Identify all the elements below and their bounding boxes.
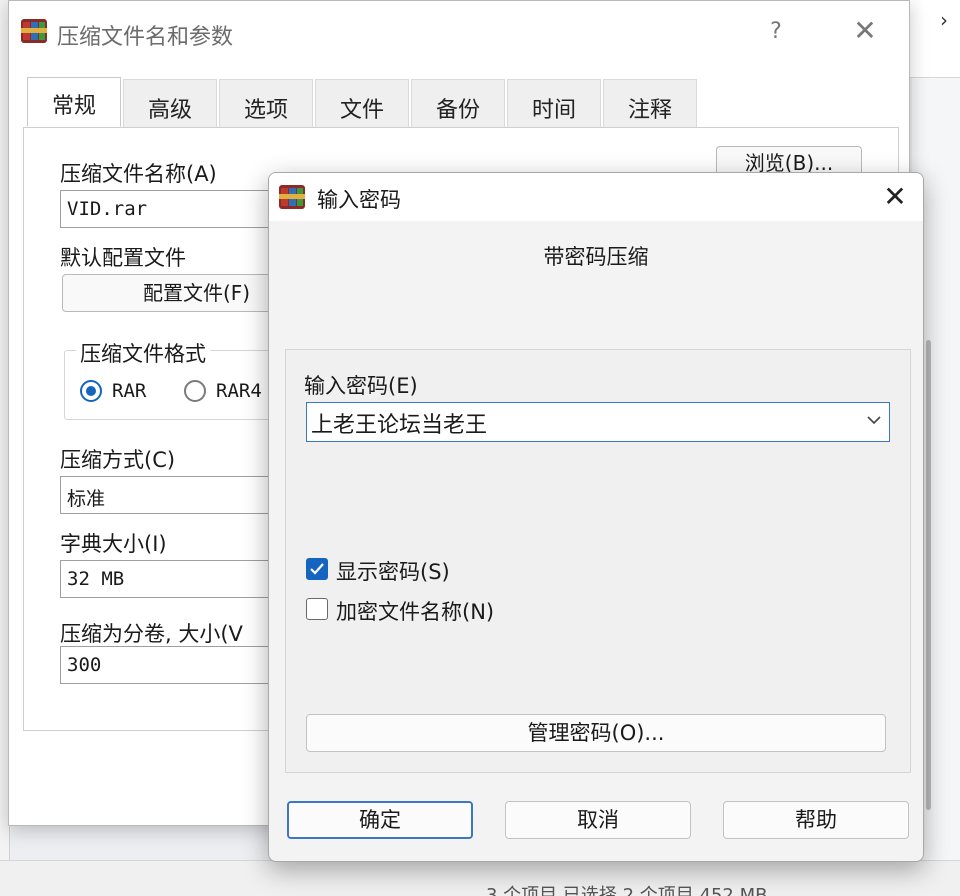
- method-select[interactable]: 标准: [60, 476, 290, 514]
- manage-passwords-button[interactable]: 管理密码(O)...: [306, 714, 886, 752]
- encrypt-file-names-label: 加密文件名称(N): [336, 600, 495, 624]
- background-status-bar: 3 个项目 已选择 2 个项目 452 MB: [0, 860, 960, 896]
- tab-options[interactable]: 选项: [219, 79, 313, 127]
- cancel-button[interactable]: 取消: [505, 801, 691, 839]
- help-icon[interactable]: ?: [761, 19, 791, 44]
- ok-button[interactable]: 确定: [287, 801, 473, 839]
- format-rar4-radio[interactable]: [184, 380, 206, 402]
- tab-time[interactable]: 时间: [507, 79, 601, 127]
- archive-name-label: 压缩文件名称(A): [60, 162, 217, 186]
- password-value: 上老王论坛当老王: [311, 413, 488, 438]
- tab-general[interactable]: 常规: [27, 77, 121, 127]
- profile-button[interactable]: 配置文件(F): [62, 274, 302, 312]
- close-icon[interactable]: ✕: [847, 17, 883, 45]
- chevron-right-icon[interactable]: ›: [940, 8, 948, 32]
- dialog-titlebar: 输入密码 ✕: [269, 173, 923, 221]
- format-group-title: 压缩文件格式: [76, 338, 210, 368]
- password-label: 输入密码(E): [304, 374, 418, 398]
- enter-password-dialog: 输入密码 ✕ 带密码压缩 输入密码(E) 上老王论坛当老王 显示密码(S) 加密…: [268, 172, 924, 862]
- help-button[interactable]: 帮助: [723, 801, 909, 839]
- window-titlebar: 压缩文件名和参数 ? ✕: [9, 1, 909, 63]
- background-scrollbar[interactable]: [926, 340, 931, 810]
- show-password-label: 显示密码(S): [336, 560, 450, 584]
- close-icon[interactable]: ✕: [875, 179, 915, 215]
- password-input[interactable]: 上老王论坛当老王: [306, 402, 890, 442]
- split-volume-label: 压缩为分卷, 大小(V: [60, 622, 243, 646]
- window-title: 压缩文件名和参数: [57, 25, 234, 50]
- profile-label: 默认配置文件: [60, 246, 186, 270]
- dictionary-size-label: 字典大小(I): [60, 532, 167, 556]
- tab-comment[interactable]: 注释: [603, 79, 697, 127]
- tab-advanced[interactable]: 高级: [123, 79, 217, 127]
- split-volume-field[interactable]: 300: [60, 646, 290, 684]
- tab-files[interactable]: 文件: [315, 79, 409, 127]
- winrar-app-icon: [279, 183, 307, 211]
- dialog-title: 输入密码: [317, 188, 401, 212]
- chevron-down-icon[interactable]: [867, 413, 881, 427]
- tab-backup[interactable]: 备份: [411, 79, 505, 127]
- format-rar-label: RAR: [112, 380, 147, 402]
- show-password-checkbox[interactable]: [306, 558, 328, 580]
- archive-name-field[interactable]: VID.rar: [60, 190, 290, 228]
- password-panel: 输入密码(E) 上老王论坛当老王 显示密码(S) 加密文件名称(N) 管理密码(…: [285, 349, 911, 773]
- method-label: 压缩方式(C): [60, 448, 176, 472]
- format-rar4-label: RAR4: [216, 380, 262, 402]
- winrar-app-icon: [21, 17, 49, 45]
- dictionary-size-select[interactable]: 32 MB: [60, 560, 290, 598]
- dialog-heading: 带密码压缩: [543, 245, 649, 269]
- background-status-text: 3 个项目 已选择 2 个项目 452 MB: [486, 885, 768, 896]
- encrypt-file-names-checkbox[interactable]: [306, 598, 328, 620]
- format-rar-radio[interactable]: [80, 380, 102, 402]
